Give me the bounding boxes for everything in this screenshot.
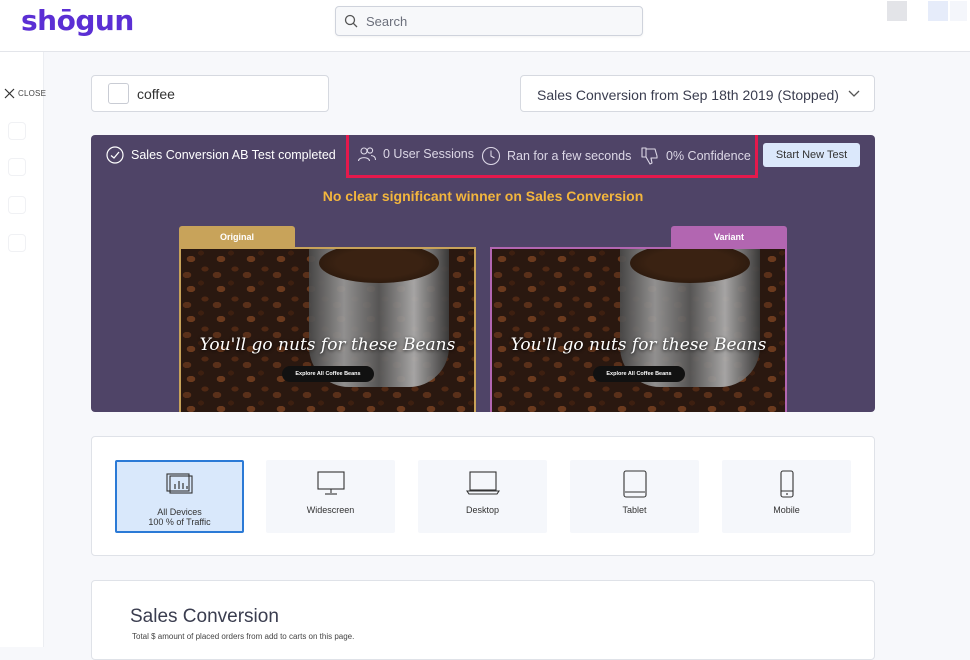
laptop-icon: [465, 471, 500, 495]
close-label: CLOSE: [18, 89, 47, 98]
test-selector-dropdown[interactable]: Sales Conversion from Sep 18th 2019 (Sto…: [520, 75, 875, 112]
device-all[interactable]: All Devices 100 % of Traffic: [115, 460, 244, 533]
thumbs-down-icon: [641, 147, 658, 165]
users-icon: [357, 147, 377, 162]
rail-ghost-icon: [8, 196, 26, 214]
stat-sessions-text: 0 User Sessions: [383, 147, 475, 161]
stat-duration: Ran for a few seconds: [481, 146, 631, 166]
search-box[interactable]: [335, 6, 643, 36]
search-input[interactable]: [366, 11, 636, 31]
device-label: Desktop: [465, 505, 500, 515]
chevron-down-icon: [848, 90, 860, 97]
variant-preview[interactable]: You'll go nuts for these Beans Explore A…: [490, 247, 787, 412]
page-checkbox[interactable]: [108, 83, 129, 104]
top-action-placeholder[interactable]: [928, 1, 948, 21]
stat-sessions: 0 User Sessions: [357, 146, 474, 162]
stat-confidence: 0% Confidence: [640, 146, 751, 166]
mobile-icon: [779, 470, 794, 498]
search-icon: [344, 14, 358, 28]
stat-confidence-text: 0% Confidence: [666, 149, 751, 163]
all-devices-icon: [165, 473, 193, 494]
original-preview[interactable]: You'll go nuts for these Beans Explore A…: [179, 247, 476, 412]
variant-tagline: You'll go nuts for these Beans: [510, 335, 767, 355]
test-status-text: Sales Conversion AB Test completed: [131, 148, 336, 162]
device-traffic: 100 % of Traffic: [148, 517, 211, 527]
device-widescreen[interactable]: Widescreen: [266, 460, 395, 533]
close-icon: [4, 88, 15, 99]
device-tablet[interactable]: Tablet: [570, 460, 699, 533]
top-action-placeholder-2: [950, 1, 967, 21]
original-tagline: You'll go nuts for these Beans: [199, 335, 456, 355]
top-bar: shōgun: [0, 0, 970, 52]
original-explore-button[interactable]: Explore All Coffee Beans: [282, 366, 374, 382]
check-circle-icon: [106, 146, 124, 164]
variant-explore-button[interactable]: Explore All Coffee Beans: [593, 366, 685, 382]
widescreen-icon: [316, 471, 345, 495]
test-results-panel: Sales Conversion AB Test completed 0 Use…: [91, 135, 875, 412]
rail-ghost-icon: [8, 158, 26, 176]
test-status: Sales Conversion AB Test completed: [106, 146, 336, 164]
result-headline: No clear significant winner on Sales Con…: [322, 188, 644, 204]
device-mobile[interactable]: Mobile: [722, 460, 851, 533]
page-name-box: coffee: [91, 75, 329, 112]
device-label: All Devices: [157, 507, 202, 517]
rail-ghost-icon: [8, 122, 26, 140]
test-selector-value: Sales Conversion from Sep 18th 2019 (Sto…: [537, 87, 839, 103]
tablet-icon: [622, 470, 647, 498]
device-label: Tablet: [622, 505, 647, 515]
variant-tab[interactable]: Variant: [671, 226, 787, 248]
metric-description: Total $ amount of placed orders from add…: [132, 632, 355, 641]
start-new-test-button[interactable]: Start New Test: [763, 143, 860, 167]
stat-duration-text: Ran for a few seconds: [507, 149, 632, 163]
original-tab[interactable]: Original: [179, 226, 295, 248]
user-avatar[interactable]: [887, 1, 907, 21]
device-desktop[interactable]: Desktop: [418, 460, 547, 533]
rail-ghost-icon: [8, 234, 26, 252]
metric-card: Sales Conversion Total $ amount of place…: [91, 580, 875, 660]
close-button[interactable]: CLOSE: [4, 88, 46, 99]
clock-icon: [481, 146, 501, 166]
metric-title: Sales Conversion: [130, 606, 279, 627]
device-label: Mobile: [773, 505, 800, 515]
page-name: coffee: [137, 86, 175, 102]
shogun-logo[interactable]: shōgun: [21, 4, 134, 37]
left-rail: CLOSE: [0, 52, 46, 647]
device-label: Widescreen: [306, 505, 355, 515]
device-filter-card: All Devices 100 % of Traffic Widescreen …: [91, 436, 875, 556]
